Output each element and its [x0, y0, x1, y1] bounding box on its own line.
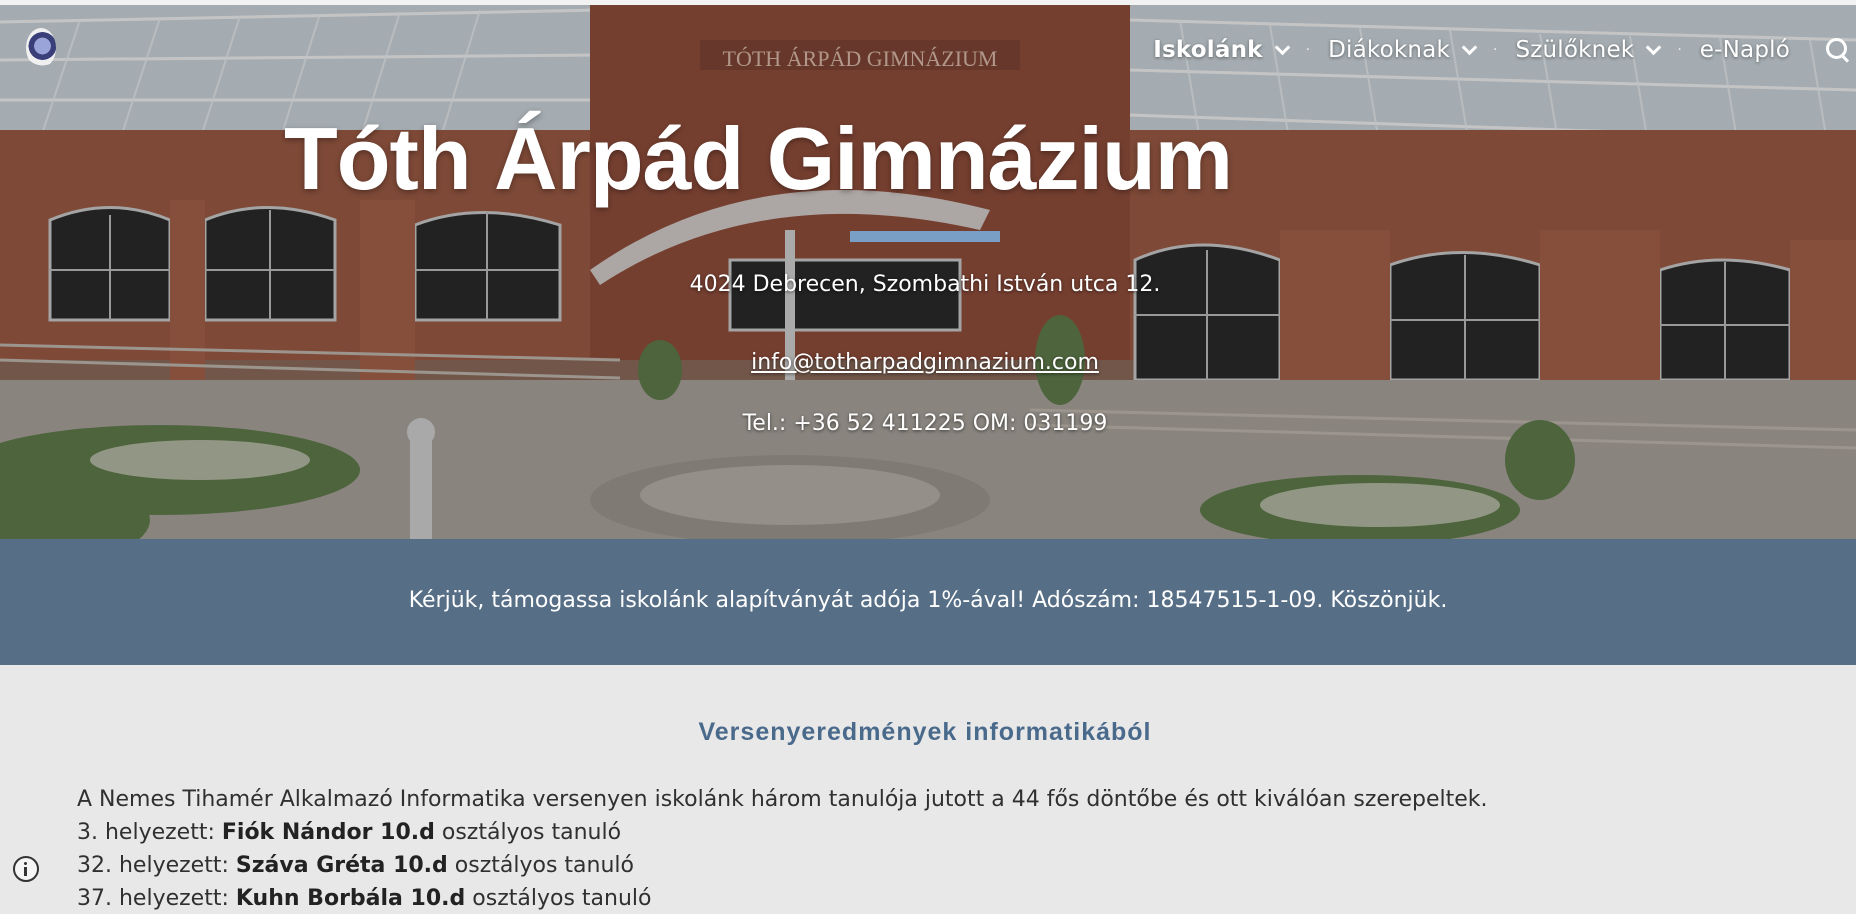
result-name: Kuhn Borbála 10.d [235, 886, 466, 911]
chevron-down-icon [1646, 39, 1662, 55]
nav-separator: · [1677, 42, 1682, 58]
nav-item-label: Diákoknak [1328, 37, 1450, 63]
nav-item-diakoknak[interactable]: Diákoknak [1328, 37, 1478, 63]
results-paragraph: A Nemes Tihamér Alkalmazó Informatika ve… [77, 783, 1488, 914]
main-nav: Iskolánk · Diákoknak · Szülőknek · e-Nap… [1153, 32, 1856, 68]
hero-section: TÓTH ÁRPÁD GIMNÁZIUM [0, 0, 1856, 539]
nav-separator: · [1305, 42, 1311, 58]
nav-item-iskolank[interactable]: Iskolánk [1153, 37, 1290, 63]
intro-text: A Nemes Tihamér Alkalmazó Informatika ve… [77, 787, 1488, 812]
nav-item-label: Szülőknek [1515, 37, 1635, 63]
list-item: 32. helyezett: Száva Gréta 10.d osztályo… [77, 849, 1488, 882]
result-place: 37. helyezett: [77, 886, 236, 911]
result-name: Fiók Nándor 10.d [221, 820, 435, 845]
title-underline [850, 231, 1000, 242]
address-text: 4024 Debrecen, Szombathi István utca 12. [689, 272, 1161, 297]
result-suffix: osztályos tanuló [434, 820, 622, 845]
email-link[interactable]: info@totharpadgimnazium.com [0, 350, 1850, 375]
banner-text: Kérjük, támogassa iskolánk alapítványát … [408, 588, 1448, 613]
top-border [0, 0, 1856, 5]
page-title: Tóth Árpád Gimnázium [284, 109, 1233, 208]
result-place: 32. helyezett: [77, 853, 236, 878]
chevron-down-icon [1461, 39, 1478, 55]
donation-banner: Kérjük, támogassa iskolánk alapítványát … [0, 539, 1856, 665]
chevron-down-icon [1274, 39, 1290, 55]
list-item: 37. helyezett: Kuhn Borbála 10.d osztály… [77, 882, 1488, 914]
nav-separator: · [1492, 42, 1498, 58]
nav-item-label: e-Napló [1699, 37, 1790, 63]
result-name: Száva Gréta 10.d [235, 853, 448, 878]
list-item: 3. helyezett: Fiók Nándor 10.d osztályos… [77, 816, 1488, 849]
main-content: Versenyeredmények informatikából A Nemes… [0, 665, 1856, 914]
section-title: Versenyeredmények informatikából [698, 718, 1152, 746]
nav-item-enaplo[interactable]: e-Napló [1700, 37, 1790, 63]
school-logo[interactable] [26, 28, 56, 68]
nav-item-label: Iskolánk [1153, 37, 1263, 63]
nav-item-szuloknek[interactable]: Szülőknek [1515, 37, 1662, 63]
info-icon[interactable] [13, 856, 39, 882]
result-suffix: osztályos tanuló [447, 853, 634, 878]
result-suffix: osztályos tanuló [465, 886, 652, 911]
result-place: 3. helyezett: [77, 820, 222, 845]
phone-om-text: Tel.: +36 52 411225 OM: 031199 [742, 411, 1108, 436]
search-icon[interactable] [1826, 38, 1850, 62]
